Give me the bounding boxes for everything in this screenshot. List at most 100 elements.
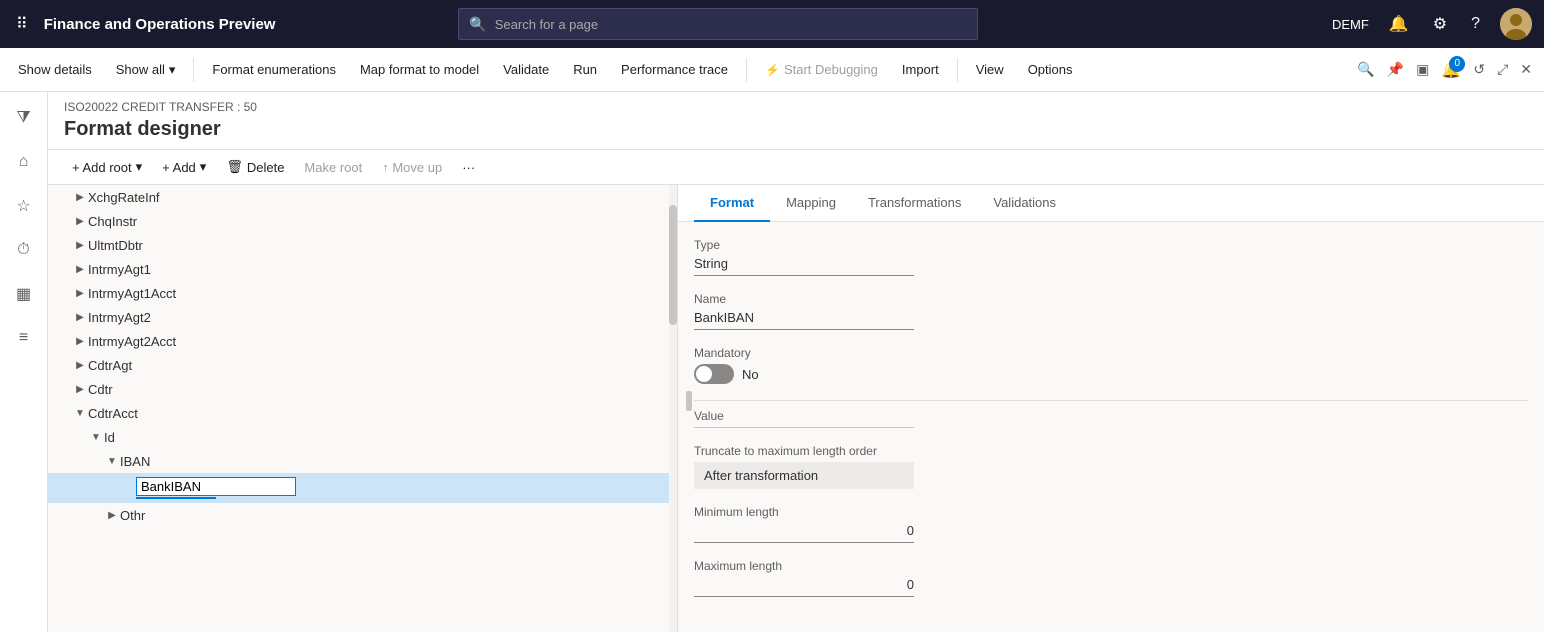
options-label: Options bbox=[1028, 62, 1073, 77]
sidebar-star-icon[interactable]: ☆ bbox=[6, 188, 42, 224]
add-button[interactable]: + Add ▾ bbox=[154, 154, 214, 180]
sidebar-home-icon[interactable]: ⌂ bbox=[6, 144, 42, 180]
props-content: Type String Name BankIBAN Mandatory bbox=[678, 222, 1544, 629]
tree-node-cdtrAcct[interactable]: ▼ CdtrAcct bbox=[48, 401, 677, 425]
tree-node-iban[interactable]: ▼ IBAN bbox=[48, 449, 677, 473]
format-enumerations-button[interactable]: Format enumerations bbox=[202, 56, 346, 83]
tree-node-id[interactable]: ▼ Id bbox=[48, 425, 677, 449]
sidebar-clock-icon[interactable]: ⏱ bbox=[6, 232, 42, 268]
expand-intrmyAgt2Acct-icon[interactable]: ▶ bbox=[72, 333, 88, 349]
tree-node-othr[interactable]: ▶ Othr bbox=[48, 503, 677, 527]
show-all-button[interactable]: Show all ▾ bbox=[106, 56, 186, 84]
tree-node-cdtr[interactable]: ▶ Cdtr bbox=[48, 377, 677, 401]
options-button[interactable]: Options bbox=[1018, 56, 1083, 83]
tab-validations-label: Validations bbox=[993, 195, 1056, 210]
validate-button[interactable]: Validate bbox=[493, 56, 559, 83]
panels-icon[interactable]: ▣ bbox=[1412, 57, 1433, 82]
import-button[interactable]: Import bbox=[892, 56, 949, 83]
expand-intrmyAgt1-icon[interactable]: ▶ bbox=[72, 261, 88, 277]
content-area: ISO20022 CREDIT TRANSFER : 50 Format des… bbox=[48, 92, 1544, 632]
tree-panel[interactable]: ▶ XchgRateInf ▶ ChqInstr ▶ UltmtDbtr ▶ I… bbox=[48, 185, 678, 632]
run-button[interactable]: Run bbox=[563, 56, 607, 83]
tree-node-intrmyAgt2[interactable]: ▶ IntrmyAgt2 bbox=[48, 305, 677, 329]
prop-type-row: Type String bbox=[694, 238, 1528, 276]
refresh-icon[interactable]: ↺ bbox=[1469, 57, 1489, 82]
view-button[interactable]: View bbox=[966, 56, 1014, 83]
tree-node-othr-label: Othr bbox=[120, 508, 669, 523]
tree-node-bankIban[interactable]: ▶ bbox=[48, 473, 677, 503]
gear-icon[interactable]: ⚙ bbox=[1429, 10, 1451, 38]
tree-node-cdtrAgt[interactable]: ▶ CdtrAgt bbox=[48, 353, 677, 377]
notification-badge: 0 bbox=[1449, 56, 1465, 72]
search-bar[interactable]: 🔍 bbox=[458, 8, 978, 40]
help-icon[interactable]: ? bbox=[1467, 11, 1484, 37]
mandatory-toggle[interactable] bbox=[694, 364, 734, 384]
expand-intrmyAgt1Acct-icon[interactable]: ▶ bbox=[72, 285, 88, 301]
tree-node-intrmyAgt1[interactable]: ▶ IntrmyAgt1 bbox=[48, 257, 677, 281]
expand-intrmyAgt2-icon[interactable]: ▶ bbox=[72, 309, 88, 325]
expand-iban-icon[interactable]: ▼ bbox=[104, 453, 120, 469]
tab-validations[interactable]: Validations bbox=[977, 185, 1072, 222]
tab-transformations[interactable]: Transformations bbox=[852, 185, 977, 222]
move-up-button[interactable]: ↑ Move up bbox=[374, 155, 450, 180]
make-root-button[interactable]: Make root bbox=[296, 155, 370, 180]
performance-trace-button[interactable]: Performance trace bbox=[611, 56, 738, 83]
two-panel: ▶ XchgRateInf ▶ ChqInstr ▶ UltmtDbtr ▶ I… bbox=[48, 185, 1544, 632]
prop-mandatory-label: Mandatory bbox=[694, 346, 1528, 360]
expand-ultmtDbtr-icon[interactable]: ▶ bbox=[72, 237, 88, 253]
tree-node-cdtr-label: Cdtr bbox=[88, 382, 669, 397]
prop-max-length-value: 0 bbox=[694, 577, 914, 597]
add-label: + Add bbox=[162, 160, 196, 175]
page-header: ISO20022 CREDIT TRANSFER : 50 Format des… bbox=[48, 92, 1544, 150]
start-debugging-button[interactable]: ⚡ Start Debugging bbox=[755, 56, 888, 83]
prop-mandatory-toggle-row: No bbox=[694, 364, 1528, 384]
prop-name-value: BankIBAN bbox=[694, 310, 914, 330]
expand-cdtr-icon[interactable]: ▶ bbox=[72, 381, 88, 397]
tree-node-chqInstr[interactable]: ▶ ChqInstr bbox=[48, 209, 677, 233]
prop-value-row: Value bbox=[694, 409, 1528, 428]
pin-icon[interactable]: 📌 bbox=[1383, 57, 1408, 82]
tree-scrollbar[interactable] bbox=[669, 185, 677, 632]
avatar[interactable] bbox=[1500, 8, 1532, 40]
map-format-to-model-button[interactable]: Map format to model bbox=[350, 56, 489, 83]
sidebar-filter-icon[interactable]: ⧩ bbox=[6, 100, 42, 136]
delete-button[interactable]: 🗑 Delete bbox=[218, 154, 292, 180]
divider-handle[interactable] bbox=[686, 391, 692, 411]
waffle-icon[interactable]: ⠿ bbox=[12, 10, 32, 38]
expand-xchrateInf-icon[interactable]: ▶ bbox=[72, 189, 88, 205]
expand-id-icon[interactable]: ▼ bbox=[88, 429, 104, 445]
divider-2 bbox=[746, 58, 747, 82]
tree-node-intrmyAgt2Acct[interactable]: ▶ IntrmyAgt2Acct bbox=[48, 329, 677, 353]
bell-icon[interactable]: 🔔 bbox=[1385, 10, 1413, 38]
expand-othr-icon[interactable]: ▶ bbox=[104, 507, 120, 523]
search-input[interactable] bbox=[495, 17, 968, 32]
sidebar-list-icon[interactable]: ≡ bbox=[6, 320, 42, 356]
prop-type-label: Type bbox=[694, 238, 1528, 252]
prop-truncate-value[interactable]: After transformation bbox=[694, 462, 914, 489]
add-root-label: + Add root bbox=[72, 160, 132, 175]
search-cmd-icon[interactable]: 🔍 bbox=[1353, 57, 1378, 82]
tab-format[interactable]: Format bbox=[694, 185, 770, 222]
tab-transformations-label: Transformations bbox=[868, 195, 961, 210]
expand-cdtrAgt-icon[interactable]: ▶ bbox=[72, 357, 88, 373]
tab-mapping[interactable]: Mapping bbox=[770, 185, 852, 222]
sidebar-grid-icon[interactable]: ▦ bbox=[6, 276, 42, 312]
add-root-button[interactable]: + Add root ▾ bbox=[64, 154, 150, 180]
more-button[interactable]: ··· bbox=[454, 155, 483, 180]
performance-trace-label: Performance trace bbox=[621, 62, 728, 77]
validate-label: Validate bbox=[503, 62, 549, 77]
tree-node-intrmyAgt1Acct[interactable]: ▶ IntrmyAgt1Acct bbox=[48, 281, 677, 305]
tree-node-cdtrAgt-label: CdtrAgt bbox=[88, 358, 669, 373]
tree-node-intrmyAgt2-label: IntrmyAgt2 bbox=[88, 310, 669, 325]
expand-cdtrAcct-icon[interactable]: ▼ bbox=[72, 405, 88, 421]
show-all-label: Show all bbox=[116, 62, 165, 77]
tree-node-bankIban-input[interactable] bbox=[136, 477, 296, 496]
tree-node-xchrateInf[interactable]: ▶ XchgRateInf bbox=[48, 185, 677, 209]
close-icon[interactable]: ✕ bbox=[1516, 57, 1536, 82]
expand-icon[interactable]: ⤢ bbox=[1493, 57, 1512, 82]
expand-chqInstr-icon[interactable]: ▶ bbox=[72, 213, 88, 229]
show-details-button[interactable]: Show details bbox=[8, 56, 102, 83]
run-label: Run bbox=[573, 62, 597, 77]
tree-scrollbar-thumb[interactable] bbox=[669, 205, 677, 325]
tree-node-ultmtDbtr[interactable]: ▶ UltmtDbtr bbox=[48, 233, 677, 257]
